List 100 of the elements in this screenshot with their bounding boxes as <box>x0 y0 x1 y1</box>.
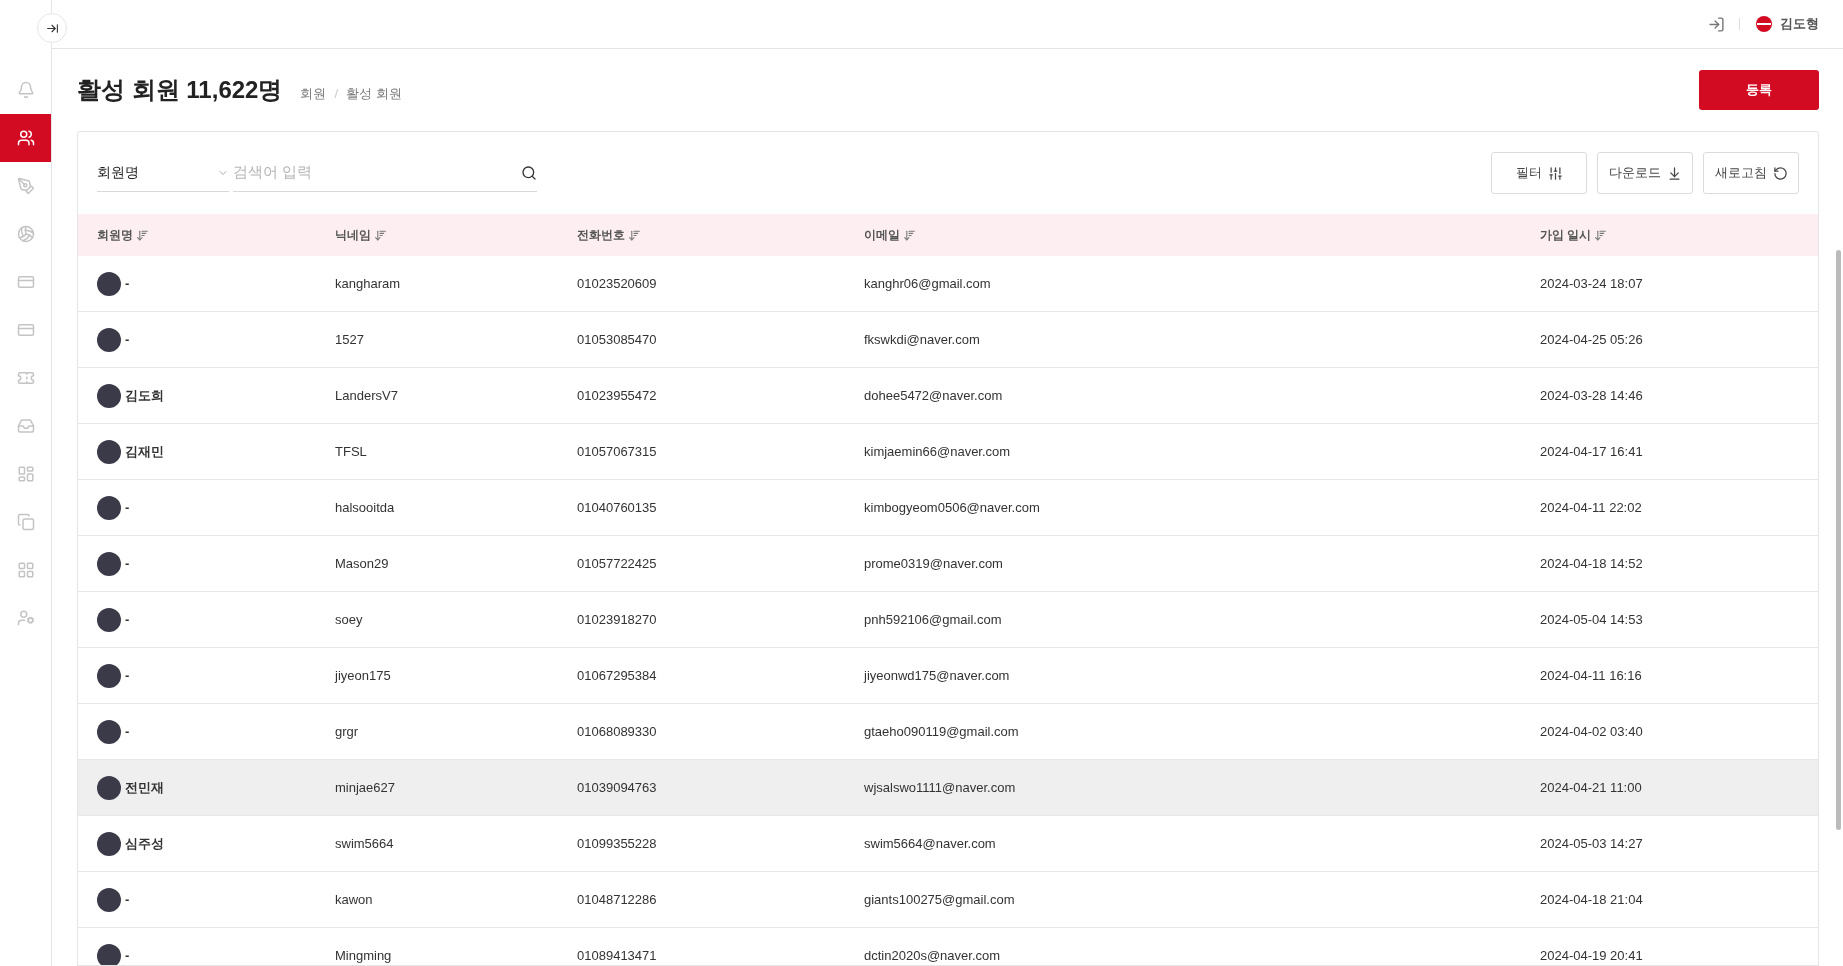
pen-icon <box>16 177 35 195</box>
table-cell: 2024-04-11 16:16 <box>1540 667 1642 683</box>
table-cell: kangharam <box>335 275 401 291</box>
photo-placeholder <box>97 775 121 800</box>
table-cell: dohee5472@naver.com <box>864 387 1003 403</box>
table-cell: 01023520609 <box>577 275 657 291</box>
table-cell-text: 김재민 <box>125 442 164 461</box>
photo-placeholder <box>97 271 121 296</box>
table-cell: 2024-05-04 14:53 <box>1540 611 1643 627</box>
table-cell: giants100275@gmail.com <box>864 891 1015 907</box>
bell-icon <box>16 81 35 99</box>
table-cell: kimjaemin66@naver.com <box>864 443 1011 459</box>
ball-icon <box>16 225 35 243</box>
table-cell: 2024-04-17 16:41 <box>1540 443 1643 459</box>
table-cell: 01067295384 <box>577 667 657 683</box>
column-header[interactable]: 전화번호 <box>577 226 625 244</box>
table-cell: 01023918270 <box>577 611 657 627</box>
table-cell: halsooitda <box>335 499 395 515</box>
photo-placeholder <box>97 495 121 520</box>
search-input[interactable]: 검색어 입력 <box>233 161 521 184</box>
photo-placeholder <box>97 943 121 965</box>
table-cell: 01089413471 <box>577 947 657 963</box>
table-cell: 2024-04-11 22:02 <box>1540 499 1642 515</box>
table-cell: 01023955472 <box>577 387 657 403</box>
table-cell: 01053085470 <box>577 331 657 347</box>
sort-icon[interactable] <box>136 228 149 242</box>
table-cell-text: 심주성 <box>125 834 164 853</box>
table-cell: 2024-04-19 20:41 <box>1540 947 1643 963</box>
table-cell-text: - <box>125 554 130 573</box>
table-cell: swim5664@naver.com <box>864 835 996 851</box>
table-cell: 2024-03-28 14:46 <box>1540 387 1643 403</box>
refresh-icon <box>1772 165 1788 181</box>
download-button[interactable]: 다운로드 <box>1597 152 1693 194</box>
table-cell: LandersV7 <box>335 387 398 403</box>
sidebar-item[interactable] <box>0 114 51 162</box>
register-button[interactable]: 등록 <box>1699 70 1819 110</box>
photo-placeholder <box>97 383 121 408</box>
breadcrumb-item[interactable]: 활성 회원 <box>346 83 402 103</box>
logo-icon <box>1754 15 1774 33</box>
table-cell: minjae627 <box>335 779 395 795</box>
inbox-icon <box>16 417 35 435</box>
sort-icon[interactable] <box>903 228 916 242</box>
field-select[interactable]: 회원명 <box>97 154 229 192</box>
sort-icon[interactable] <box>628 228 641 242</box>
photo-placeholder <box>97 663 121 688</box>
photo-placeholder <box>97 831 121 856</box>
layout-icon <box>16 465 35 483</box>
table-cell: 2024-04-21 11:00 <box>1540 779 1642 795</box>
column-header[interactable]: 가입 일시 <box>1540 226 1592 244</box>
table-cell: 2024-03-24 18:07 <box>1540 275 1643 291</box>
sort-icon[interactable] <box>374 228 387 242</box>
column-header[interactable]: 회원명 <box>97 226 133 244</box>
search-icon <box>521 164 537 181</box>
table-cell: 2024-04-25 05:26 <box>1540 331 1643 347</box>
photo-placeholder <box>97 607 121 632</box>
table-cell-text: - <box>125 330 130 349</box>
table-row[interactable]: 전민재 minjae627 01039094763 wjsalswo1111@naver.com 2024-04-21 11:00 <box>78 760 1818 816</box>
table-cell: 01048712286 <box>577 891 657 907</box>
photo-placeholder <box>97 551 121 576</box>
table-cell: jiyeonwd175@naver.com <box>864 667 1010 683</box>
table-cell: TFSL <box>335 443 367 459</box>
table-cell: jiyeon175 <box>335 667 391 683</box>
table-cell: 01057067315 <box>577 443 657 459</box>
users-icon <box>16 129 35 147</box>
table-cell: dctin2020s@naver.com <box>864 947 1001 963</box>
photo-placeholder <box>97 887 121 912</box>
photo-placeholder <box>97 439 121 464</box>
sort-icon[interactable] <box>1594 228 1608 242</box>
column-header[interactable]: 닉네임 <box>335 226 371 244</box>
table-cell: pnh592106@gmail.com <box>864 611 1002 627</box>
table-cell: grgr <box>335 723 359 739</box>
logout-icon <box>1708 15 1725 33</box>
scrollbar-thumb[interactable] <box>1836 250 1841 830</box>
table-cell-text: - <box>125 610 130 629</box>
ticket-icon <box>16 369 35 387</box>
breadcrumb-item[interactable]: 회원 <box>300 83 327 103</box>
table-cell-text: - <box>125 274 130 293</box>
table-cell: Mingming <box>335 947 392 963</box>
table-cell: 2024-04-18 14:52 <box>1540 555 1643 571</box>
table-cell: 01040760135 <box>577 499 657 515</box>
refresh-button[interactable]: 새로고침 <box>1703 152 1799 194</box>
photo-placeholder <box>97 719 121 744</box>
table-cell: swim5664 <box>335 835 394 851</box>
page-title: 활성 회원 11,622명 <box>77 75 283 105</box>
sliders-icon <box>1547 165 1563 181</box>
table-cell-text: - <box>125 666 130 685</box>
filter-button[interactable]: 필터 <box>1491 152 1587 194</box>
logout-button[interactable] <box>1708 15 1725 33</box>
table-cell: 01039094763 <box>577 779 657 795</box>
breadcrumb-separator: / <box>334 84 339 103</box>
table-cell: prome0319@naver.com <box>864 555 1003 571</box>
copy-icon <box>16 513 35 531</box>
card-icon <box>16 273 35 291</box>
table-cell-text: 전민재 <box>125 778 164 797</box>
table-cell: 01099355228 <box>577 835 657 851</box>
table-cell: wjsalswo1111@naver.com <box>864 779 1016 795</box>
table-cell-text: - <box>125 890 130 909</box>
table-cell: kimbogyeom0506@naver.com <box>864 499 1040 515</box>
column-header[interactable]: 이메일 <box>864 226 900 244</box>
collapse-button[interactable] <box>37 13 67 43</box>
